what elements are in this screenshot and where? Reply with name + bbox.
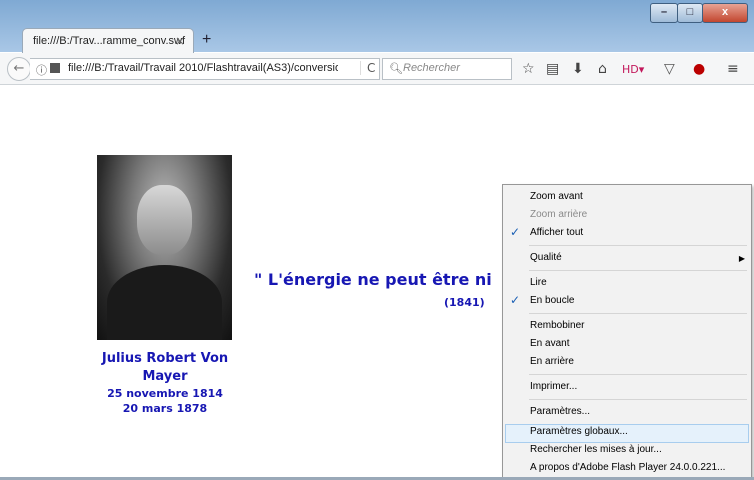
ublock-icon[interactable]: ● — [693, 61, 705, 77]
checkmark-icon: ✓ — [510, 293, 521, 307]
menu-item-about[interactable]: A propos d'Adobe Flash Player 24.0.0.221… — [530, 462, 725, 473]
birth-date: 25 novembre 1814 — [107, 387, 223, 400]
minimize-button[interactable]: – — [650, 3, 678, 23]
quote-text: " L'énergie ne peut être ni — [254, 270, 492, 289]
person-name-line2: Mayer — [142, 369, 188, 384]
reload-button[interactable]: C — [360, 61, 375, 75]
menu-icon[interactable]: ≡ — [727, 61, 739, 77]
flash-context-menu: Zoom avant Zoom arrière ✓ Afficher tout … — [502, 184, 752, 479]
portrait-image — [97, 155, 232, 340]
checkmark-icon: ✓ — [510, 225, 521, 239]
menu-item-print[interactable]: Imprimer... — [530, 381, 577, 392]
info-icon[interactable]: ⓘ — [36, 62, 47, 78]
menu-item-play[interactable]: Lire — [530, 277, 547, 288]
menu-separator — [529, 245, 747, 246]
portrait-caption: Julius Robert Von Mayer 25 novembre 1814… — [80, 350, 250, 416]
menu-item-loop[interactable]: En boucle — [530, 295, 574, 306]
navigation-bar: ← ⓘ file:///B:/Travail/Travail 2010/Flas… — [0, 53, 754, 85]
pocket-icon[interactable]: ▽ — [664, 61, 675, 77]
menu-separator — [529, 374, 747, 375]
menu-separator — [529, 270, 747, 271]
download-icon[interactable]: ⬇ — [572, 61, 584, 77]
person-name-line1: Julius Robert Von — [101, 351, 229, 366]
browser-tab[interactable]: file:///B:/Trav...ramme_conv.swf × — [22, 28, 194, 55]
quote-year: (1841) — [444, 296, 485, 309]
menu-item-zoom-in[interactable]: Zoom avant — [530, 191, 583, 202]
url-bar[interactable]: ⓘ file:///B:/Travail/Travail 2010/Flasht… — [30, 58, 380, 80]
menu-item-settings[interactable]: Paramètres... — [530, 406, 590, 417]
menu-separator — [529, 399, 747, 400]
menu-item-rewind[interactable]: Rembobiner — [530, 320, 584, 331]
menu-item-zoom-out: Zoom arrière — [530, 209, 588, 220]
submenu-arrow-icon: ▶ — [738, 254, 745, 263]
search-box[interactable]: 🔍︎ Rechercher — [382, 58, 512, 80]
search-icon: 🔍︎ — [389, 62, 403, 75]
tab-title: file:///B:/Trav...ramme_conv.swf — [33, 35, 185, 47]
url-input[interactable]: file:///B:/Travail/Travail 2010/Flashtra… — [68, 62, 338, 74]
maximize-button[interactable]: □ — [677, 3, 703, 23]
bookmark-star-icon[interactable]: ☆ — [522, 61, 535, 77]
bookmarks-library-icon[interactable]: ▤ — [546, 61, 559, 77]
menu-item-check-updates[interactable]: Rechercher les mises à jour... — [530, 444, 662, 455]
menu-item-quality[interactable]: Qualité — [530, 252, 562, 263]
menu-item-back[interactable]: En arrière — [530, 356, 574, 367]
page-icon — [50, 63, 60, 73]
menu-item-global-settings[interactable]: Paramètres globaux... — [530, 426, 628, 437]
search-input[interactable]: Rechercher — [403, 62, 460, 74]
death-date: 20 mars 1878 — [122, 402, 208, 415]
menu-separator — [529, 313, 747, 314]
hd-extension-icon[interactable]: HD▾ — [622, 63, 644, 76]
back-button[interactable]: ← — [7, 57, 31, 81]
menu-item-show-all[interactable]: Afficher tout — [530, 227, 583, 238]
new-tab-button[interactable]: + — [202, 31, 211, 49]
close-window-button[interactable]: x — [702, 3, 748, 23]
home-icon[interactable]: ⌂ — [598, 61, 607, 77]
tab-close-icon[interactable]: × — [175, 34, 185, 48]
menu-item-forward[interactable]: En avant — [530, 338, 569, 349]
